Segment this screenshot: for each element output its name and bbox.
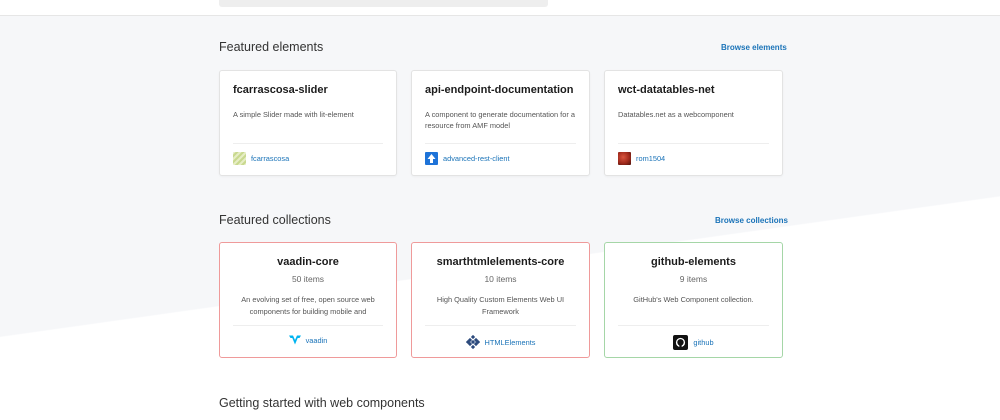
card-divider: [618, 325, 769, 326]
browse-collections-link[interactable]: Browse collections: [715, 216, 788, 225]
owner-name[interactable]: rom1504: [636, 154, 665, 163]
featured-elements-title: Featured elements: [219, 40, 324, 54]
arrow-up-icon: [427, 154, 436, 163]
owner-avatar: [425, 152, 438, 165]
vaadin-logo-icon: [288, 335, 301, 345]
featured-collections-title: Featured collections: [219, 213, 331, 227]
card-divider: [425, 143, 576, 144]
element-card-description: A simple Slider made with lit-element: [233, 110, 354, 119]
collection-card[interactable]: github-elements 9 items GitHub's Web Com…: [604, 242, 783, 358]
collection-owner[interactable]: vaadin: [220, 335, 396, 345]
collection-description: High Quality Custom Elements Web UI Fram…: [436, 295, 565, 316]
collection-description: An evolving set of free, open source web…: [241, 295, 375, 316]
element-card[interactable]: api-endpoint-documentation A component t…: [411, 70, 590, 176]
card-divider: [425, 325, 576, 326]
collection-card[interactable]: vaadin-core 50 items An evolving set of …: [219, 242, 397, 358]
htmlelements-logo-icon: [465, 335, 480, 349]
element-card-description: A component to generate documentation fo…: [425, 110, 575, 130]
collection-name[interactable]: github-elements: [605, 256, 782, 268]
element-card[interactable]: wct-datatables-net Datatables.net as a w…: [604, 70, 783, 176]
collection-owner[interactable]: HTMLElements: [412, 335, 589, 349]
collection-name[interactable]: vaadin-core: [220, 256, 396, 268]
owner-name[interactable]: advanced-rest-client: [443, 154, 510, 163]
element-card-owner[interactable]: fcarrascosa: [233, 152, 289, 165]
collection-name[interactable]: smarthtmlelements-core: [412, 256, 589, 268]
owner-name[interactable]: github: [693, 338, 713, 347]
element-card-name[interactable]: wct-datatables-net: [618, 84, 715, 96]
owner-name[interactable]: vaadin: [306, 336, 328, 345]
collection-owner[interactable]: github: [605, 335, 782, 350]
collection-item-count: 50 items: [291, 274, 325, 284]
owner-name[interactable]: fcarrascosa: [251, 154, 289, 163]
collection-item-count: 9 items: [679, 274, 708, 284]
getting-started-title: Getting started with web components: [219, 396, 425, 410]
collection-card[interactable]: smarthtmlelements-core 10 items High Qua…: [411, 242, 590, 358]
element-card-name[interactable]: fcarrascosa-slider: [233, 84, 328, 96]
owner-avatar: [233, 152, 246, 165]
github-logo-icon: [673, 335, 689, 350]
browse-elements-link[interactable]: Browse elements: [721, 43, 787, 52]
owner-avatar: [618, 152, 631, 165]
collection-description: GitHub's Web Component collection.: [633, 295, 754, 304]
card-divider: [233, 325, 383, 326]
element-card-owner[interactable]: advanced-rest-client: [425, 152, 510, 165]
element-card-owner[interactable]: rom1504: [618, 152, 665, 165]
collection-item-count: 10 items: [484, 274, 517, 284]
element-card-name[interactable]: api-endpoint-documentation: [425, 84, 573, 96]
owner-name[interactable]: HTMLElements: [485, 338, 536, 347]
element-card-description: Datatables.net as a webcomponent: [618, 110, 734, 119]
card-divider: [618, 143, 769, 144]
card-divider: [233, 143, 383, 144]
search-bar[interactable]: [219, 0, 548, 7]
element-card[interactable]: fcarrascosa-slider A simple Slider made …: [219, 70, 397, 176]
top-bar: [0, 0, 1000, 16]
